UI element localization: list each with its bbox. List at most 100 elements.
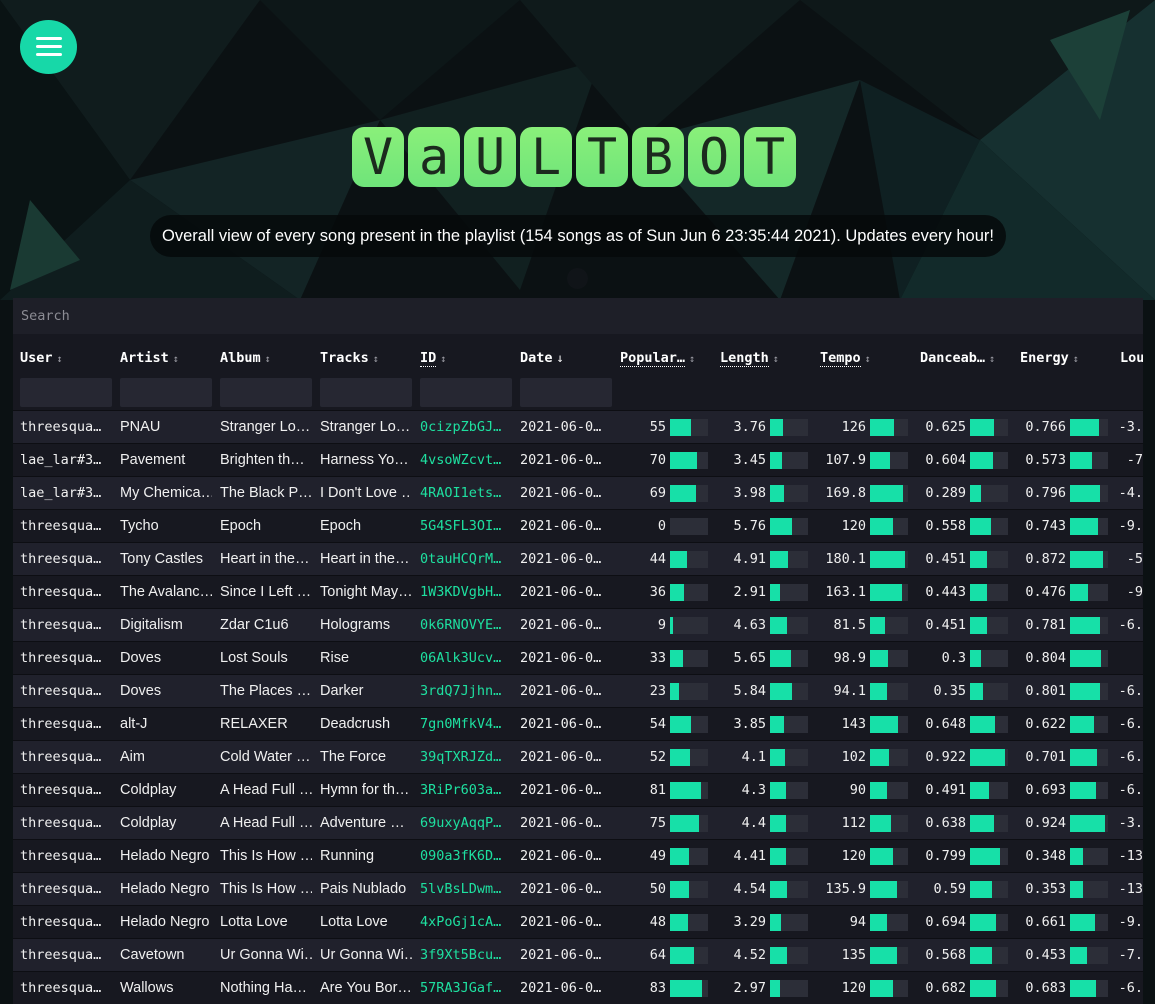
cell-danceability-bar [970, 419, 1008, 436]
cell-energy-bar-fill [1070, 881, 1083, 898]
cell-length-bar-fill [770, 881, 787, 898]
cell-tempo-bar [870, 518, 908, 535]
sort-icon[interactable]: ↕ [440, 354, 446, 365]
cell-date: 2021-06-0… [520, 518, 602, 534]
sort-icon[interactable]: ↕ [1073, 354, 1079, 365]
cell-id: 4vsoWZcvt… [420, 452, 502, 468]
table-row[interactable]: threesqua… Helado Negro Lotta Love Lotta Lo… [13, 905, 1143, 938]
cell-popularity-bar-fill [670, 584, 684, 601]
cell-date: 2021-06-0… [520, 716, 602, 732]
cell-length-value: 4.91 [733, 551, 766, 567]
column-header-length[interactable]: Length ↕ [720, 342, 779, 374]
cell-energy-value: 0.743 [1025, 518, 1066, 534]
column-header-popularity[interactable]: Popular… ↕ [620, 342, 695, 374]
cell-energy-bar [1070, 452, 1108, 469]
cell-energy-bar [1070, 914, 1108, 931]
menu-button[interactable] [20, 20, 77, 74]
column-header-tracks[interactable]: Tracks ↕ [320, 342, 379, 374]
column-header-label: Danceab… [920, 350, 986, 366]
cell-length-bar [770, 485, 808, 502]
sort-icon[interactable]: ↕ [773, 354, 779, 365]
table-row[interactable]: threesqua… Doves Lost Souls Rise 06Alk3Ucv… 2… [13, 641, 1143, 674]
table-row[interactable]: threesqua… Helado Negro This Is How … Pais … [13, 872, 1143, 905]
cell-danceability-bar-fill [970, 716, 995, 733]
cell-user: threesqua… [20, 815, 102, 831]
cell-user: threesqua… [20, 683, 102, 699]
table-row[interactable]: threesqua… PNAU Stranger Lo… Stranger Lo… 0c… [13, 410, 1143, 443]
cell-popularity-bar [670, 683, 708, 700]
table-row[interactable]: threesqua… Doves The Places … Darker 3rdQ7Jj… [13, 674, 1143, 707]
cell-energy-bar-fill [1070, 782, 1096, 799]
sort-icon[interactable]: ↕ [989, 354, 995, 365]
filter-input-date[interactable] [520, 378, 612, 407]
column-header-album[interactable]: Album ↕ [220, 342, 271, 374]
column-header-artist[interactable]: Artist ↕ [120, 342, 179, 374]
filter-input-tracks[interactable] [320, 378, 412, 407]
cell-artist: Coldplay [120, 782, 177, 798]
filter-input-album[interactable] [220, 378, 312, 407]
cell-tempo-bar-fill [870, 848, 893, 865]
cell-popularity-bar-fill [670, 419, 691, 436]
table-row[interactable]: threesqua… Helado Negro This Is How … Runni… [13, 839, 1143, 872]
cell-danceability-bar [970, 650, 1008, 667]
cell-user: threesqua… [20, 518, 102, 534]
search-input[interactable] [13, 298, 1143, 334]
table-row[interactable]: lae_lar#3… My Chemica… The Black P… I Don't… [13, 476, 1143, 509]
cell-date: 2021-06-0… [520, 881, 602, 897]
column-header-label: Artist [120, 350, 169, 366]
table-row[interactable]: lae_lar#3… Pavement Brighten th… Harness Yo… [13, 443, 1143, 476]
cell-danceability-value: 0.443 [925, 584, 966, 600]
table-row[interactable]: threesqua… alt-J RELAXER Deadcrush 7gn0MfkV4… [13, 707, 1143, 740]
cell-length-bar-fill [770, 617, 787, 634]
table-row[interactable]: threesqua… Cavetown Ur Gonna Wi… Ur Gonna W… [13, 938, 1143, 971]
sort-descending-icon[interactable]: ↓ [557, 351, 564, 365]
cell-tempo-bar-fill [870, 650, 888, 667]
cell-length-bar-fill [770, 584, 780, 601]
cell-track: Harness Yo… [320, 452, 409, 468]
page-subtitle: Overall view of every song present in th… [150, 215, 1006, 257]
column-header-danceability[interactable]: Danceab… ↕ [920, 342, 995, 374]
cell-album: Lost Souls [220, 650, 288, 666]
cell-length-bar [770, 650, 808, 667]
filter-input-artist[interactable] [120, 378, 212, 407]
cell-energy-value: 0.661 [1025, 914, 1066, 930]
table-row[interactable]: threesqua… Coldplay A Head Full … Adventure… [13, 806, 1143, 839]
cell-danceability-value: 0.491 [925, 782, 966, 798]
table-row[interactable]: threesqua… Wallows Nothing Ha… Are You Bor…… [13, 971, 1143, 1004]
column-header-loudness[interactable]: Lou [1120, 342, 1143, 374]
cell-danceability-value: 0.451 [925, 617, 966, 633]
cell-artist: Cavetown [120, 947, 185, 963]
column-header-tempo[interactable]: Tempo ↕ [820, 342, 871, 374]
cell-album: Nothing Ha… [220, 980, 308, 996]
cell-danceability-bar-fill [970, 815, 994, 832]
column-header-id[interactable]: ID ↕ [420, 342, 446, 374]
cell-tempo-value: 94.1 [833, 683, 866, 699]
sort-icon[interactable]: ↕ [689, 354, 695, 365]
filter-input-user[interactable] [20, 378, 112, 407]
cell-popularity-bar [670, 947, 708, 964]
sort-icon[interactable]: ↕ [265, 354, 271, 365]
cell-loudness: -13 [1118, 848, 1143, 864]
sort-icon[interactable]: ↕ [57, 354, 63, 365]
table-row[interactable]: threesqua… Coldplay A Head Full … Hymn for … [13, 773, 1143, 806]
cell-album: Zdar C1u6 [220, 617, 289, 633]
cell-loudness: -7 [1126, 452, 1143, 468]
table-row[interactable]: threesqua… Digitalism Zdar C1u6 Holograms 0k… [13, 608, 1143, 641]
column-header-energy[interactable]: Energy ↕ [1020, 342, 1079, 374]
cell-popularity-bar [670, 518, 708, 535]
cell-energy-bar-fill [1070, 914, 1095, 931]
table-row[interactable]: threesqua… Aim Cold Water … The Force 39qTXR… [13, 740, 1143, 773]
sort-icon[interactable]: ↕ [173, 354, 179, 365]
column-header-date[interactable]: Date ↓ [520, 342, 564, 374]
cell-album: Since I Left … [220, 584, 312, 600]
cell-danceability-value: 0.625 [925, 419, 966, 435]
table-row[interactable]: threesqua… Tony Castles Heart in the… Heart… [13, 542, 1143, 575]
column-header-user[interactable]: User ↕ [20, 342, 63, 374]
table-row[interactable]: threesqua… Tycho Epoch Epoch 5G4SFL3OI… 2021-… [13, 509, 1143, 542]
sort-icon[interactable]: ↕ [373, 354, 379, 365]
cell-artist: Wallows [120, 980, 174, 996]
filter-input-id[interactable] [420, 378, 512, 407]
table-row[interactable]: threesqua… The Avalanc… Since I Left … Toni… [13, 575, 1143, 608]
cell-popularity-bar [670, 716, 708, 733]
sort-icon[interactable]: ↕ [865, 354, 871, 365]
